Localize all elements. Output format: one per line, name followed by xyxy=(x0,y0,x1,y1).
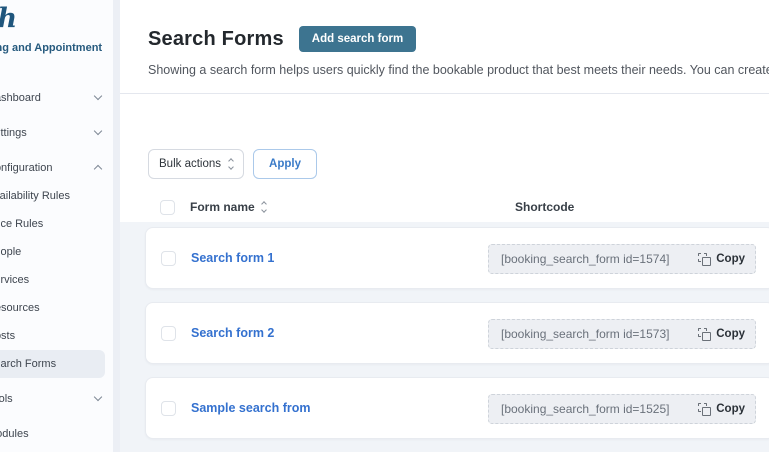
row-checkbox[interactable] xyxy=(161,325,176,341)
sidebar-item-price-rules[interactable]: Price Rules xyxy=(0,210,113,238)
sidebar-item-label: Dashboard xyxy=(0,92,41,104)
column-header-form-name[interactable]: Form name xyxy=(190,200,267,214)
copy-button[interactable]: Copy xyxy=(698,252,745,266)
shortcode-pill: [booking_search_form id=1573] Copy xyxy=(488,319,756,349)
copy-label: Copy xyxy=(716,403,745,415)
main-content: Search Forms Add search form Showing a s… xyxy=(120,0,769,452)
copy-icon xyxy=(698,402,712,416)
table-header-row: Form name Shortcode xyxy=(148,196,769,218)
sidebar-item-costs[interactable]: Costs xyxy=(0,322,113,350)
table-row: Search form 2 [booking_search_form id=15… xyxy=(145,302,769,364)
copy-label: Copy xyxy=(716,253,745,265)
chevron-up-icon xyxy=(93,164,103,174)
sidebar-item-label: Tools xyxy=(0,393,13,405)
app-subtitle: Booking and Appointment xyxy=(0,42,103,54)
sidebar-item-label: People xyxy=(0,246,22,258)
column-label: Form name xyxy=(190,200,255,214)
sort-icon[interactable] xyxy=(260,201,267,213)
column-header-shortcode: Shortcode xyxy=(515,200,575,214)
page-header: Search Forms Add search form Showing a s… xyxy=(120,0,769,94)
sidebar-item-label: Settings xyxy=(0,127,27,139)
sidebar: ch Booking and Appointment Dashboard Set… xyxy=(0,0,113,452)
chevron-down-icon xyxy=(93,126,103,136)
sidebar-item-modules[interactable]: Modules xyxy=(0,420,113,448)
table-row: Sample search from [booking_search_form … xyxy=(145,377,769,439)
shortcode-pill: [booking_search_form id=1574] Copy xyxy=(488,244,756,274)
table-body: Search form 1 [booking_search_form id=15… xyxy=(120,222,769,452)
sidebar-item-label: Availability Rules xyxy=(0,190,70,202)
page-description: Showing a search form helps users quickl… xyxy=(148,63,769,77)
sidebar-item-dashboard[interactable]: Dashboard xyxy=(0,84,113,112)
copy-icon xyxy=(698,327,712,341)
form-name-link[interactable]: Sample search from xyxy=(191,401,311,415)
sidebar-item-people[interactable]: People xyxy=(0,238,113,266)
sidebar-item-label: Price Rules xyxy=(0,218,44,230)
table-row: Search form 1 [booking_search_form id=15… xyxy=(145,227,769,289)
copy-button[interactable]: Copy xyxy=(698,402,745,416)
select-all-checkbox[interactable] xyxy=(160,199,175,215)
copy-icon xyxy=(698,252,712,266)
shortcode-value: [booking_search_form id=1574] xyxy=(501,252,670,266)
row-checkbox[interactable] xyxy=(161,250,176,266)
apply-button[interactable]: Apply xyxy=(253,149,317,179)
bulk-actions-toolbar: Bulk actions Apply xyxy=(148,149,769,179)
chevron-down-icon xyxy=(93,392,103,402)
shortcode-pill: [booking_search_form id=1525] Copy xyxy=(488,394,756,424)
page-title: Search Forms xyxy=(148,27,284,50)
sidebar-item-search-forms[interactable]: Search Forms xyxy=(0,350,105,378)
chevron-down-icon xyxy=(93,91,103,101)
copy-label: Copy xyxy=(716,328,745,340)
sidebar-item-tools[interactable]: Tools xyxy=(0,385,113,413)
sidebar-item-settings[interactable]: Settings xyxy=(0,119,113,147)
sidebar-item-services[interactable]: Services xyxy=(0,266,113,294)
sidebar-item-label: Resources xyxy=(0,302,40,314)
shortcode-value: [booking_search_form id=1525] xyxy=(501,402,670,416)
sidebar-item-label: Costs xyxy=(0,330,16,342)
sidebar-item-availability-rules[interactable]: Availability Rules xyxy=(0,182,113,210)
bulk-actions-label: Bulk actions xyxy=(159,158,222,170)
app-logo: ch xyxy=(0,4,113,34)
sidebar-item-label: Configuration xyxy=(0,162,53,174)
add-search-form-button[interactable]: Add search form xyxy=(298,26,417,52)
bulk-actions-select[interactable]: Bulk actions xyxy=(148,149,245,179)
sidebar-item-resources[interactable]: Resources xyxy=(0,294,113,322)
copy-button[interactable]: Copy xyxy=(698,327,745,341)
sidebar-item-label: Search Forms xyxy=(0,358,57,370)
sidebar-nav: Dashboard Settings Configuration Availab… xyxy=(0,84,113,448)
form-name-link[interactable]: Search form 2 xyxy=(191,326,274,340)
sidebar-item-label: Modules xyxy=(0,428,29,440)
select-arrows-icon xyxy=(228,158,234,170)
sidebar-item-label: Services xyxy=(0,274,30,286)
sidebar-item-configuration[interactable]: Configuration xyxy=(0,154,113,182)
form-name-link[interactable]: Search form 1 xyxy=(191,251,274,265)
row-checkbox[interactable] xyxy=(161,400,176,416)
shortcode-value: [booking_search_form id=1573] xyxy=(501,327,670,341)
